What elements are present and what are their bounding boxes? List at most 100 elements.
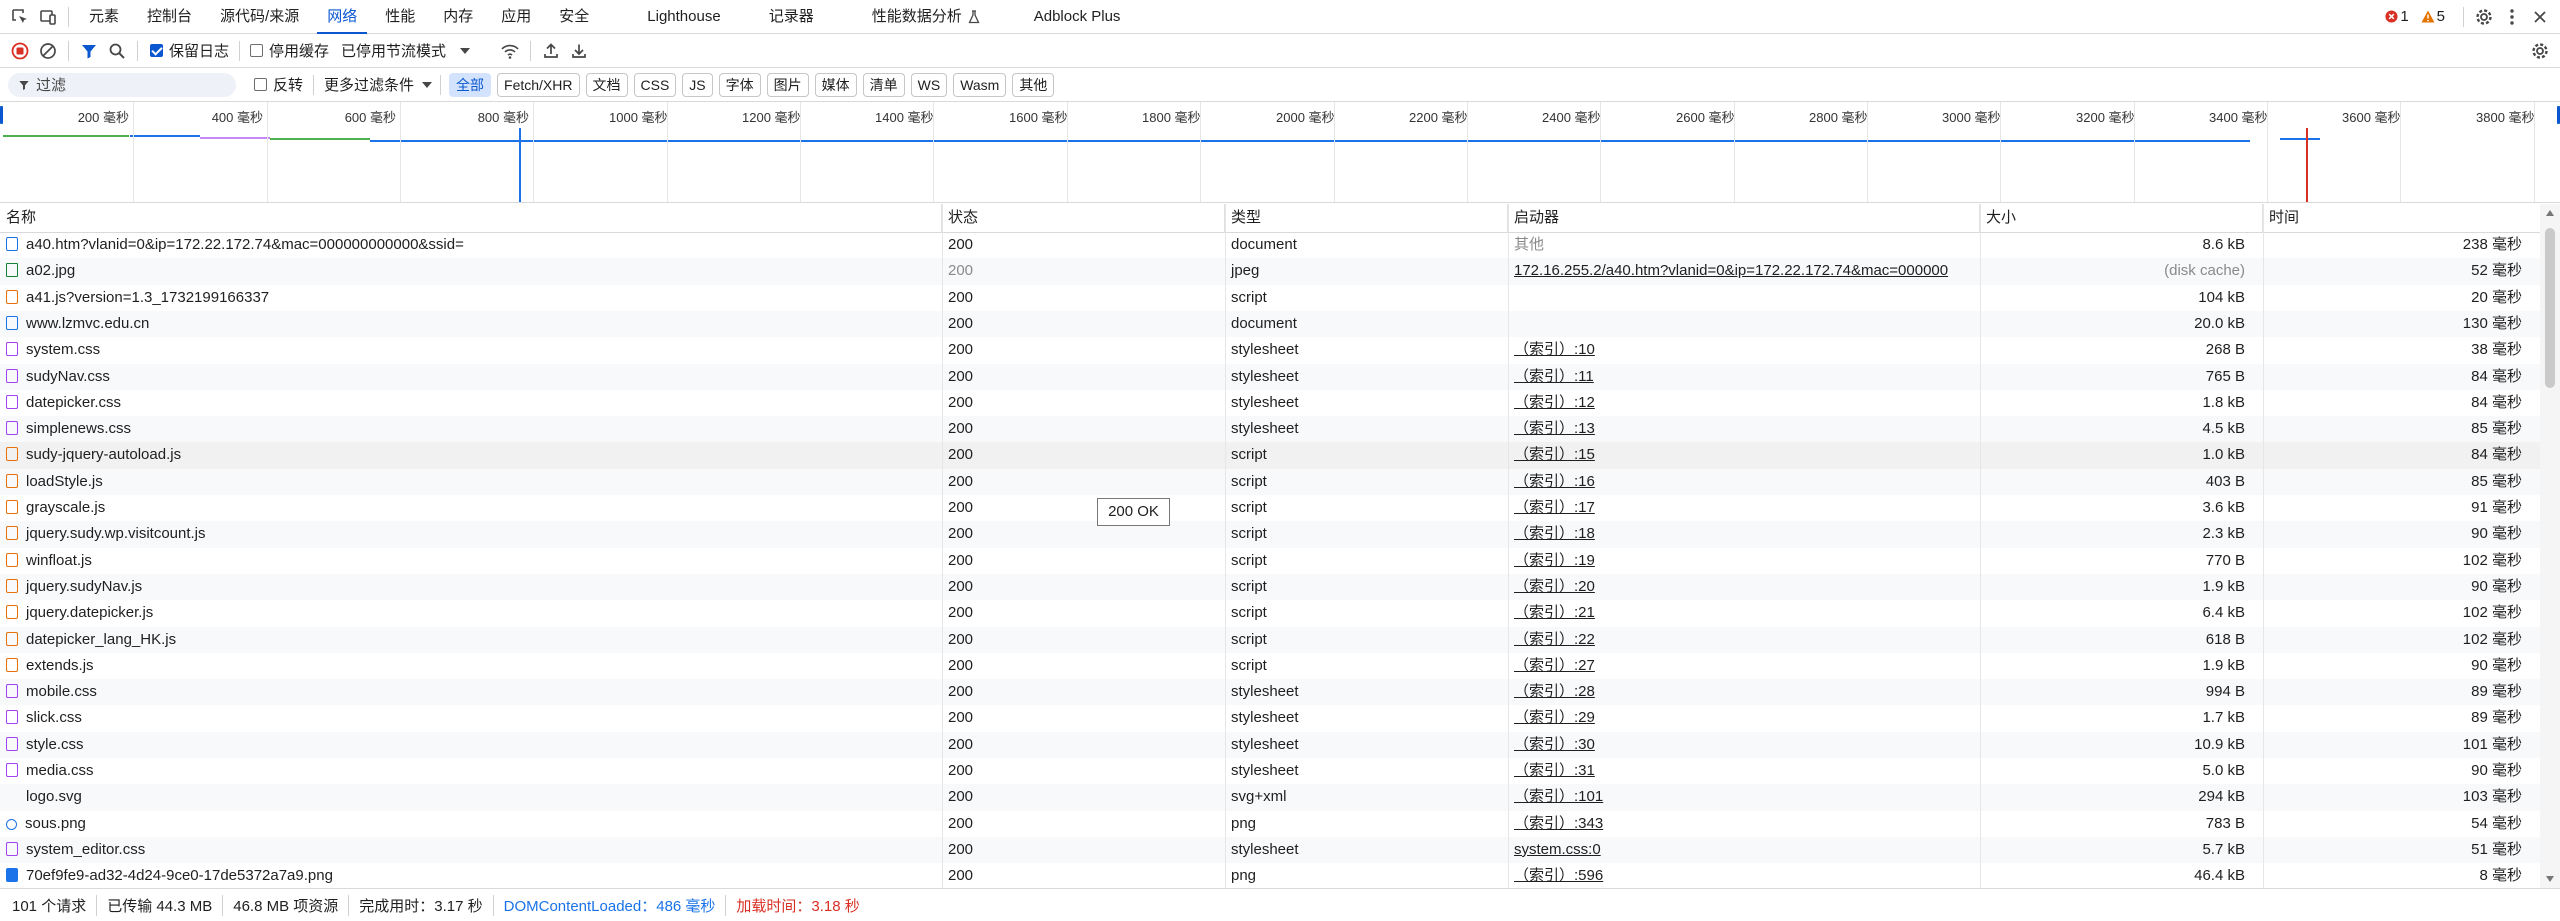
preserve-log-checkbox[interactable]: 保留日志 — [150, 40, 229, 61]
filter-chip-11[interactable]: 其他 — [1012, 72, 1055, 97]
table-row[interactable]: jquery.datepicker.js 200 script （索引）:21 6.4 … — [0, 600, 2540, 626]
tab-10[interactable]: 性能数据分析 — [858, 0, 976, 34]
warning-count[interactable]: 5 — [2437, 8, 2445, 25]
settings-gear-icon[interactable] — [2470, 3, 2498, 31]
column-header-time[interactable]: 时间 — [2263, 204, 2540, 232]
tab-11[interactable]: Adblock Plus — [1020, 0, 1135, 34]
column-header-name[interactable]: 名称 — [0, 204, 942, 232]
table-row[interactable]: sudy-jquery-autoload.js 200 script （索引）:15 1… — [0, 442, 2540, 469]
table-row[interactable]: grayscale.js 200 script （索引）:17 3.6 kB 91 毫秒 — [0, 495, 2540, 521]
tab-9[interactable]: 记录器 — [755, 0, 828, 34]
filter-chip-5[interactable]: 字体 — [718, 72, 761, 97]
tab-2[interactable]: 源代码/来源 — [206, 0, 313, 34]
tab-8[interactable]: Lighthouse — [633, 0, 734, 34]
filter-chip-10[interactable]: Wasm — [953, 72, 1007, 97]
table-row[interactable]: mobile.css 200 stylesheet （索引）:28 994 B 89 毫秒 — [0, 679, 2540, 706]
tab-5[interactable]: 内存 — [429, 0, 487, 34]
table-row[interactable]: datepicker_lang_HK.js 200 script （索引）:22 618… — [0, 626, 2540, 653]
cell-initiator[interactable]: （索引）:101 — [1508, 784, 1980, 810]
table-row[interactable]: jquery.sudyNav.js 200 script （索引）:20 1.9 kB 9… — [0, 573, 2540, 601]
filter-chip-8[interactable]: 清单 — [862, 72, 905, 97]
filter-chip-3[interactable]: CSS — [633, 72, 677, 97]
table-row[interactable]: loadStyle.js 200 script （索引）:16 403 B 85 毫秒 — [0, 468, 2540, 495]
column-header-size[interactable]: 大小 — [1980, 204, 2263, 232]
column-header-initiator[interactable]: 启动器 — [1508, 204, 1980, 232]
cell-initiator[interactable]: （索引）:11 — [1508, 364, 1980, 390]
column-header-status[interactable]: 状态 — [942, 204, 1225, 232]
network-overview-timeline[interactable]: 200 毫秒 400 毫秒 600 毫秒 800 毫秒 1000 毫秒 1200 毫秒 14… — [0, 102, 2560, 203]
filter-funnel-icon[interactable] — [75, 37, 103, 65]
table-row[interactable]: sudyNav.css 200 stylesheet （索引）:11 765 B 84 毫… — [0, 363, 2540, 390]
cell-initiator[interactable]: （索引）:27 — [1508, 653, 1980, 679]
cell-initiator[interactable]: （索引）:18 — [1508, 521, 1980, 547]
cell-initiator[interactable]: （索引）:31 — [1508, 758, 1980, 784]
table-row[interactable]: media.css 200 stylesheet （索引）:31 5.0 kB 90 毫秒 — [0, 758, 2540, 784]
tab-3[interactable]: 网络 — [313, 0, 371, 34]
filter-input[interactable]: 过滤 — [8, 72, 236, 97]
filter-chip-9[interactable]: WS — [910, 72, 948, 97]
record-stop-icon[interactable] — [6, 37, 34, 65]
clear-icon[interactable] — [34, 37, 62, 65]
filter-chip-4[interactable]: JS — [682, 72, 713, 97]
inspect-element-icon[interactable] — [6, 3, 34, 31]
filter-chip-6[interactable]: 图片 — [766, 72, 809, 97]
filter-chip-1[interactable]: Fetch/XHR — [497, 72, 580, 97]
close-icon[interactable] — [2526, 3, 2554, 31]
scroll-up-arrow-icon[interactable] — [2546, 210, 2554, 216]
table-row[interactable]: system_editor.css 200 stylesheet system.css… — [0, 836, 2540, 864]
filter-chip-0[interactable]: 全部 — [449, 72, 492, 97]
filter-chip-7[interactable]: 媒体 — [814, 72, 857, 97]
column-header-type[interactable]: 类型 — [1225, 204, 1508, 232]
scroll-down-arrow-icon[interactable] — [2546, 876, 2554, 882]
cell-initiator[interactable]: （索引）:343 — [1508, 811, 1980, 837]
table-row[interactable]: winfloat.js 200 script （索引）:19 770 B 102 毫秒 — [0, 548, 2540, 574]
tab-1[interactable]: 控制台 — [133, 0, 206, 34]
table-scrollbar[interactable] — [2540, 204, 2560, 888]
export-har-download-icon[interactable] — [565, 37, 593, 65]
tab-0[interactable]: 元素 — [75, 0, 133, 34]
cell-initiator[interactable]: （索引）:13 — [1508, 416, 1980, 442]
throttle-select[interactable]: 已停用节流模式 — [341, 40, 471, 61]
table-row[interactable]: logo.svg 200 svg+xml （索引）:101 294 kB 103 毫秒 — [0, 784, 2540, 811]
error-count[interactable]: 1 — [2400, 8, 2408, 25]
cell-initiator[interactable]: （索引）:15 — [1508, 442, 1980, 468]
table-row[interactable]: a02.jpg 200 jpeg 172.16.255.2/a40.htm?vlani… — [0, 258, 2540, 285]
cell-initiator[interactable]: （索引）:16 — [1508, 469, 1980, 495]
table-row[interactable]: extends.js 200 script （索引）:27 1.9 kB 90 毫秒 — [0, 653, 2540, 679]
cell-initiator[interactable]: （索引）:19 — [1508, 548, 1980, 574]
filter-chip-2[interactable]: 文档 — [585, 72, 628, 97]
table-row[interactable]: sous.png 200 png （索引）:343 783 B 54 毫秒 — [0, 811, 2540, 837]
cell-initiator[interactable]: （索引）:29 — [1508, 705, 1980, 731]
table-row[interactable]: www.lzmvc.edu.cn 200 document 20.0 kB 130 毫秒 — [0, 310, 2540, 338]
device-toolbar-icon[interactable] — [34, 3, 62, 31]
cell-initiator[interactable]: （索引）:22 — [1508, 627, 1980, 653]
table-row[interactable]: a40.htm?vlanid=0&ip=172.22.172.74&mac=00… — [0, 232, 2540, 258]
tab-6[interactable]: 应用 — [487, 0, 545, 34]
cell-initiator[interactable]: （索引）:20 — [1508, 574, 1980, 600]
cell-initiator[interactable]: system.css:0 — [1508, 837, 1980, 863]
cell-initiator[interactable]: （索引）:30 — [1508, 732, 1980, 758]
cell-initiator[interactable]: （索引）:21 — [1508, 600, 1980, 626]
warning-icon[interactable] — [2419, 3, 2437, 31]
overview-left-handle[interactable] — [0, 106, 3, 124]
disable-cache-checkbox[interactable]: 停用缓存 — [250, 40, 329, 61]
checkbox-checked-icon[interactable] — [150, 44, 163, 57]
network-settings-gear-icon[interactable] — [2526, 37, 2554, 65]
more-filters-dropdown[interactable]: 更多过滤条件 — [324, 74, 433, 95]
tab-4[interactable]: 性能 — [371, 0, 429, 34]
table-row[interactable]: simplenews.css 200 stylesheet （索引）:13 4.5 kB… — [0, 416, 2540, 443]
error-icon[interactable] — [2382, 3, 2400, 31]
table-row[interactable]: a41.js?version=1.3_1732199166337 200 scrip… — [0, 285, 2540, 311]
cell-initiator[interactable]: （索引）:28 — [1508, 679, 1980, 705]
table-row[interactable]: jquery.sudy.wp.visitcount.js 200 script （索引… — [0, 521, 2540, 548]
scrollbar-thumb[interactable] — [2545, 228, 2555, 388]
tab-7[interactable]: 安全 — [545, 0, 603, 34]
more-options-icon[interactable] — [2498, 3, 2526, 31]
table-row[interactable]: datepicker.css 200 stylesheet （索引）:12 1.8 kB… — [0, 390, 2540, 416]
table-row[interactable]: 70ef9fe9-ad32-4d24-9ce0-17de5372a7a9.png… — [0, 863, 2540, 888]
table-row[interactable]: style.css 200 stylesheet （索引）:30 10.9 kB 101 … — [0, 731, 2540, 758]
search-icon[interactable] — [103, 37, 131, 65]
cell-initiator[interactable]: （索引）:12 — [1508, 390, 1980, 416]
cell-initiator[interactable]: （索引）:596 — [1508, 863, 1980, 888]
cell-initiator[interactable]: （索引）:17 — [1508, 495, 1980, 521]
